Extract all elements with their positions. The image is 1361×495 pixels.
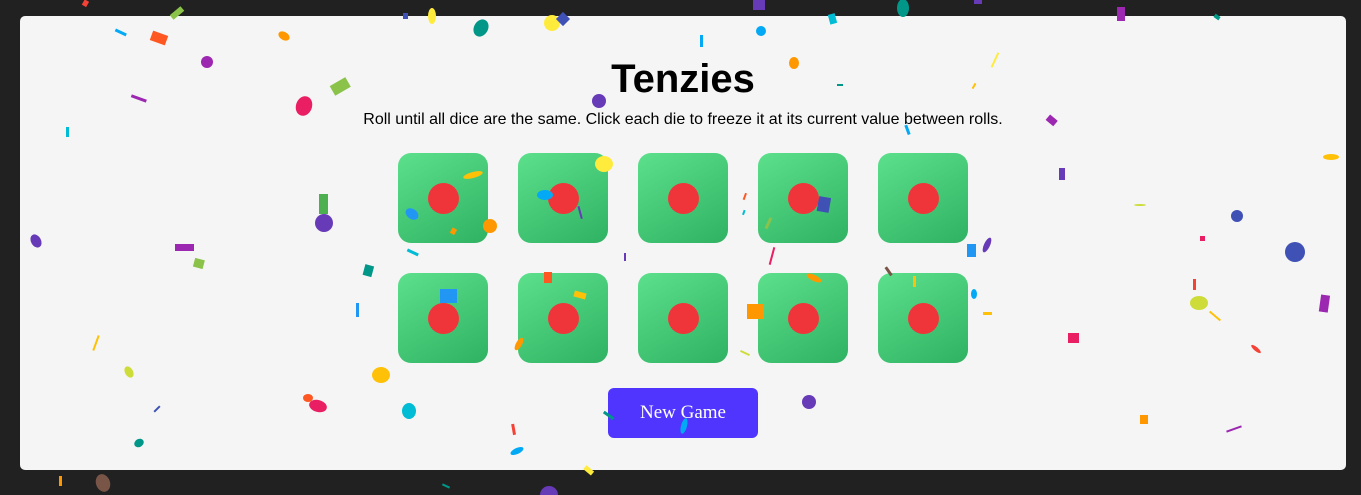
confetti-piece	[974, 0, 982, 4]
pip-icon	[787, 182, 819, 214]
pip-icon	[907, 302, 939, 334]
die-1[interactable]: 1	[398, 153, 488, 243]
die-4[interactable]: 1	[758, 153, 848, 243]
game-instructions: Roll until all dice are the same. Click …	[363, 111, 1003, 128]
pip-icon	[427, 302, 459, 334]
game-screen: Tenzies Roll until all dice are the same…	[0, 0, 1361, 495]
pip-icon	[787, 302, 819, 334]
dice-grid: 1 1 1 1 1 1 1 1 1 1	[398, 153, 968, 363]
die-7[interactable]: 1	[518, 273, 608, 363]
confetti-piece	[59, 476, 62, 486]
die-9[interactable]: 1	[758, 273, 848, 363]
confetti-piece	[441, 483, 451, 489]
pip-icon	[427, 182, 459, 214]
die-3[interactable]: 1	[638, 153, 728, 243]
confetti-piece	[897, 0, 909, 17]
pip-icon	[547, 302, 579, 334]
game-panel: Tenzies Roll until all dice are the same…	[20, 16, 1346, 470]
confetti-piece	[753, 0, 765, 10]
confetti-piece	[540, 486, 558, 495]
die-10[interactable]: 1	[878, 273, 968, 363]
pip-icon	[547, 182, 579, 214]
pip-icon	[667, 302, 699, 334]
confetti-piece	[81, 0, 90, 8]
new-game-button[interactable]: New Game	[608, 388, 758, 438]
pip-icon	[907, 182, 939, 214]
game-title: Tenzies	[611, 57, 755, 101]
die-2[interactable]: 1	[518, 153, 608, 243]
die-6[interactable]: 1	[398, 273, 488, 363]
pip-icon	[667, 182, 699, 214]
confetti-piece	[95, 474, 111, 492]
die-8[interactable]: 1	[638, 273, 728, 363]
die-5[interactable]: 1	[878, 153, 968, 243]
